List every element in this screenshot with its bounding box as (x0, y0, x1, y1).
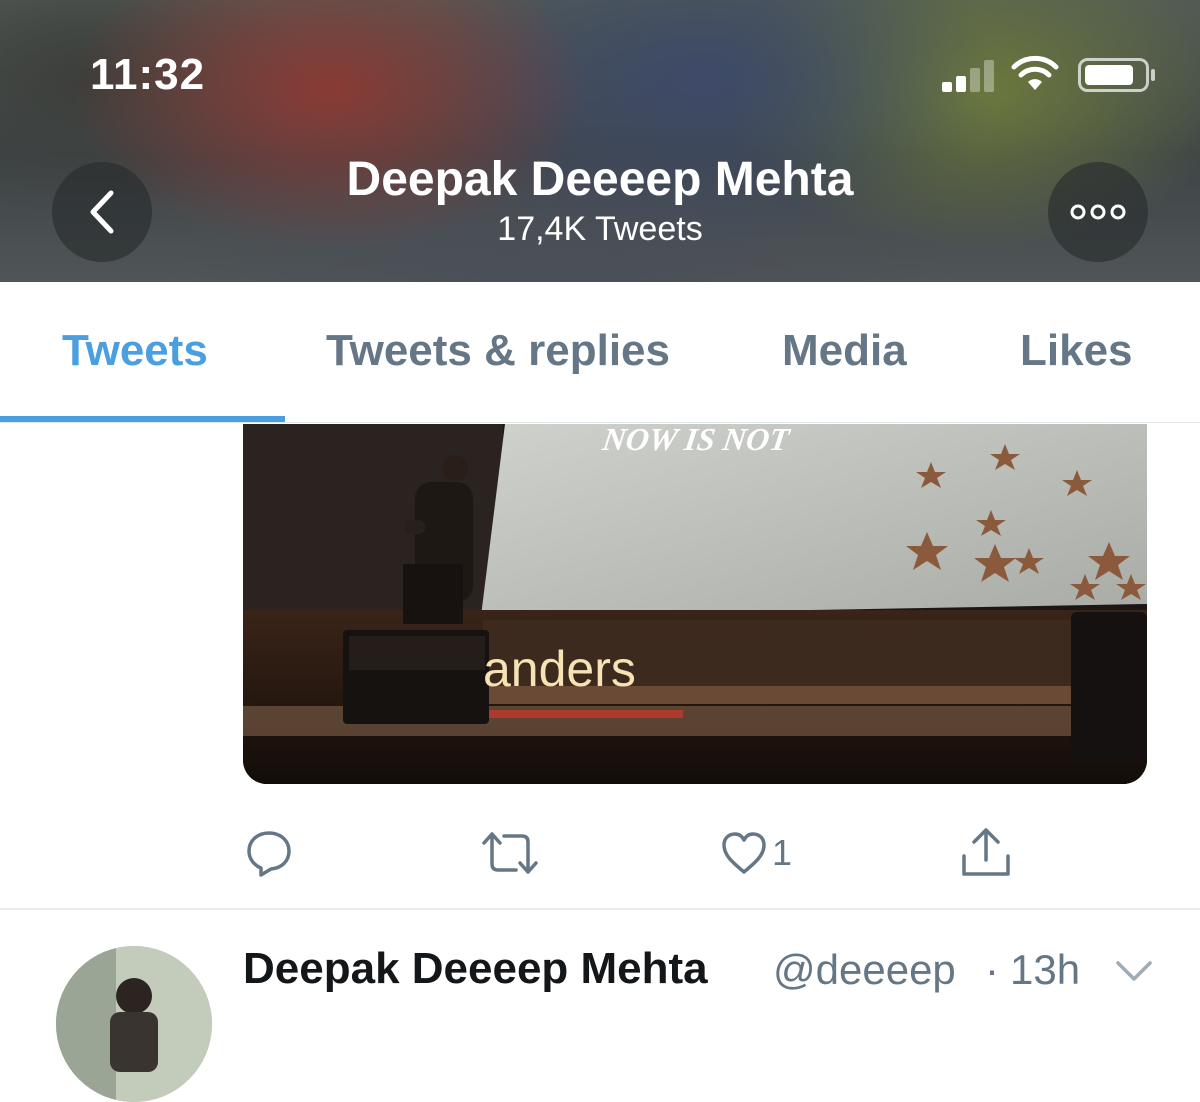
more-dots-icon (1070, 204, 1126, 220)
screen-text: NOW IS NOT (599, 424, 792, 457)
active-tab-indicator (0, 416, 285, 422)
stage-sign-text: anders (483, 641, 636, 697)
avatar[interactable] (56, 946, 212, 1102)
reply-button[interactable] (244, 826, 294, 880)
tweet-author-handle[interactable]: @deeeep (773, 946, 956, 994)
retweet-icon (482, 832, 538, 874)
tweet-timestamp[interactable]: 13h (1010, 946, 1080, 994)
share-button[interactable] (960, 826, 1012, 880)
like-count: 1 (772, 832, 793, 873)
tab-tweets-replies[interactable]: Tweets & replies (326, 326, 670, 376)
tab-tweets[interactable]: Tweets (62, 326, 208, 376)
tweet-count: 17,4K Tweets (497, 210, 703, 248)
chevron-down-icon[interactable] (1114, 958, 1154, 984)
tab-media[interactable]: Media (782, 326, 907, 376)
like-button[interactable]: 1 (720, 826, 792, 880)
tab-likes[interactable]: Likes (1020, 326, 1133, 376)
reply-icon (247, 831, 291, 877)
cellular-signal-icon (942, 58, 998, 92)
status-time: 11:32 (90, 50, 206, 99)
like-icon (722, 832, 766, 874)
share-icon (962, 828, 1010, 876)
profile-name: Deepak Deeeep Mehta (346, 153, 854, 206)
tweet-separator: · (985, 946, 999, 993)
tweet-media-image[interactable]: NOW IS NOT anders (243, 424, 1147, 784)
battery-icon (1078, 58, 1155, 92)
more-options-button[interactable] (1048, 162, 1148, 262)
wifi-icon (1011, 55, 1059, 90)
retweet-button[interactable] (480, 826, 540, 880)
profile-header: 11:32 Deepak Deeeep Mehta 17,4K Tweets (0, 0, 1200, 282)
tweet-divider (0, 908, 1200, 910)
profile-tabs: Tweets Tweets & replies Media Likes (0, 282, 1200, 423)
tweet-author-name[interactable]: Deepak Deeeep Mehta (243, 944, 708, 994)
